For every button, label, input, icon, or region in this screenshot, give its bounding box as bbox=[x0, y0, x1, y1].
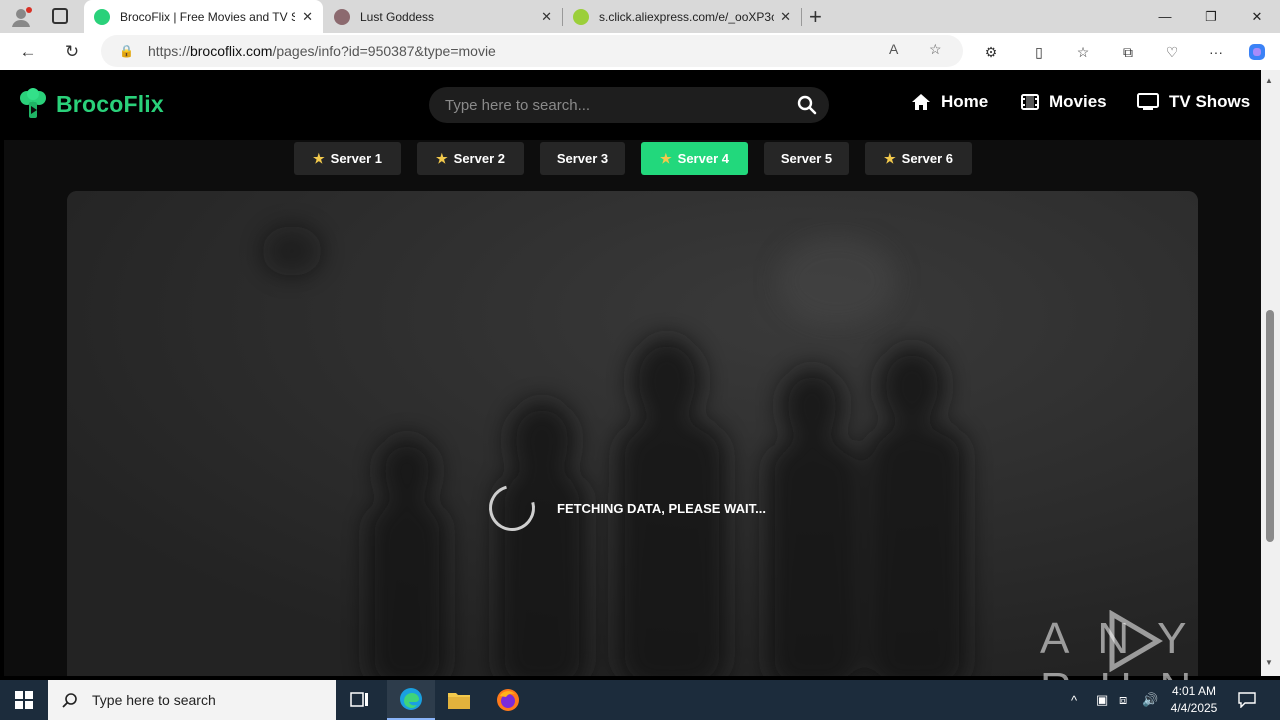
extensions-icon[interactable]: ⚙ bbox=[981, 43, 1001, 61]
nav-home[interactable]: Home bbox=[911, 92, 988, 112]
clock-time: 4:01 AM bbox=[1171, 684, 1217, 698]
brocoflix-favicon bbox=[94, 8, 110, 25]
tab-brocoflix[interactable]: BrocoFlix | Free Movies and TV Sh ✕ bbox=[84, 0, 323, 33]
home-icon bbox=[912, 94, 930, 110]
server-6-button[interactable]: ★ Server 6 bbox=[865, 142, 972, 175]
url-host: brocoflix.com bbox=[189, 43, 273, 59]
star-icon: ★ bbox=[313, 150, 325, 166]
server-label: Server 3 bbox=[556, 151, 609, 166]
tab-lust-goddess[interactable]: Lust Goddess ✕ bbox=[324, 0, 562, 33]
close-tab-icon[interactable]: ✕ bbox=[541, 9, 552, 25]
server-label: Server 6 bbox=[901, 151, 953, 166]
server-2-button[interactable]: ★ Server 2 bbox=[417, 142, 524, 175]
favorites-icon[interactable]: ☆ bbox=[1073, 43, 1093, 61]
url-field[interactable]: 🔒 https://brocoflix.com/pages/info?id=95… bbox=[101, 35, 963, 67]
task-view-icon[interactable] bbox=[336, 680, 384, 720]
close-window-icon[interactable]: ✕ bbox=[1234, 0, 1280, 33]
server-selector: ★ Server 1 ★ Server 2 Server 3 ★ Server 4 S… bbox=[4, 142, 1261, 176]
minimize-icon[interactable]: — bbox=[1142, 0, 1188, 33]
url-prefix: https:// bbox=[147, 43, 190, 59]
nav-tv-shows-label: TV Shows bbox=[1169, 92, 1251, 111]
star-icon: ★ bbox=[436, 150, 448, 166]
server-label: Server 5 bbox=[780, 151, 833, 166]
close-tab-icon[interactable]: ✕ bbox=[780, 9, 791, 25]
firefox-icon[interactable] bbox=[484, 680, 532, 720]
tab-aliexpress[interactable]: s.click.aliexpress.com/e/_ooXP3c ✕ bbox=[563, 0, 801, 33]
browser-essentials-icon[interactable]: ♡ bbox=[1162, 43, 1182, 61]
nav-movies[interactable]: Movies bbox=[1021, 92, 1107, 112]
network-icon[interactable]: ⧈ bbox=[1119, 680, 1127, 720]
server-label: Server 4 bbox=[677, 151, 729, 166]
film-icon bbox=[1021, 94, 1039, 110]
site-search-bar bbox=[429, 87, 829, 123]
page-viewport: BrocoFlix Home Movies TV Shows ★ Server 1… bbox=[4, 70, 1261, 676]
split-screen-icon[interactable]: ▯ bbox=[1029, 43, 1049, 61]
star-icon: ★ bbox=[884, 150, 896, 166]
tab-actions-icon[interactable] bbox=[52, 8, 68, 24]
spinner-icon bbox=[480, 476, 544, 540]
refresh-icon[interactable]: ↻ bbox=[57, 37, 87, 67]
nav-movies-label: Movies bbox=[1049, 92, 1107, 111]
tab-title: BrocoFlix | Free Movies and TV Sh bbox=[120, 9, 295, 24]
site-header: BrocoFlix Home Movies TV Shows bbox=[4, 70, 1261, 140]
page-scrollbar[interactable]: ▲ ▼ bbox=[1261, 70, 1280, 676]
tab-title: Lust Goddess bbox=[360, 9, 435, 24]
logo-text: BrocoFlix bbox=[56, 90, 164, 117]
tab-divider bbox=[801, 8, 802, 26]
windows-taskbar: Type here to search ^ ▣ ⧈ 🔊 4:01 AM 4/4/… bbox=[0, 680, 1280, 720]
tv-icon bbox=[1137, 93, 1159, 110]
star-icon: ★ bbox=[660, 150, 672, 166]
show-hidden-icons[interactable]: ^ bbox=[1071, 680, 1077, 720]
taskbar-search-placeholder: Type here to search bbox=[92, 692, 216, 708]
file-explorer-icon[interactable] bbox=[435, 680, 483, 720]
profile-icon[interactable] bbox=[10, 6, 32, 28]
lock-icon[interactable]: 🔒 bbox=[119, 44, 134, 58]
nav-tv-shows[interactable]: TV Shows bbox=[1137, 92, 1250, 112]
tab-favicon bbox=[334, 8, 350, 25]
anyrun-watermark: ANY RUN bbox=[1040, 610, 1230, 713]
site-logo[interactable]: BrocoFlix bbox=[18, 88, 164, 120]
taskbar-search[interactable]: Type here to search bbox=[48, 680, 336, 720]
scrollbar-thumb[interactable] bbox=[1266, 310, 1274, 542]
server-label: Server 1 bbox=[330, 151, 382, 166]
search-icon bbox=[62, 693, 77, 708]
read-aloud-icon[interactable]: A bbox=[889, 41, 898, 57]
scroll-up-arrow-icon[interactable]: ▲ bbox=[1265, 76, 1273, 85]
volume-icon[interactable]: 🔊 bbox=[1142, 680, 1158, 720]
favorite-star-icon[interactable]: ☆ bbox=[929, 41, 942, 58]
copilot-icon[interactable] bbox=[1247, 43, 1267, 61]
taskbar-clock[interactable]: 4:01 AM 4/4/2025 bbox=[1166, 683, 1222, 717]
url-path: /pages/info?id=950387&type=movie bbox=[272, 43, 496, 59]
notifications-icon[interactable] bbox=[1238, 680, 1256, 720]
device-icon[interactable]: ▣ bbox=[1096, 680, 1108, 720]
settings-more-icon[interactable]: ··· bbox=[1206, 43, 1226, 61]
site-search-input[interactable] bbox=[445, 96, 785, 114]
tab-title: s.click.aliexpress.com/e/_ooXP3c bbox=[599, 9, 774, 24]
clock-date: 4/4/2025 bbox=[1170, 701, 1218, 715]
new-tab-icon[interactable]: + bbox=[809, 4, 822, 30]
restore-icon[interactable]: ❐ bbox=[1188, 0, 1234, 33]
windows-start-icon[interactable] bbox=[0, 680, 48, 720]
address-bar-row: ← ↻ 🔒 https://brocoflix.com/pages/info?i… bbox=[0, 33, 1280, 70]
loading-indicator: FETCHING DATA, PLEASE WAIT... bbox=[480, 476, 766, 540]
back-icon[interactable]: ← bbox=[13, 37, 43, 67]
browser-tab-bar: BrocoFlix | Free Movies and TV Sh ✕ Lust… bbox=[0, 0, 1280, 33]
search-icon[interactable] bbox=[797, 95, 817, 115]
nav-home-label: Home bbox=[941, 92, 989, 111]
server-label: Server 2 bbox=[453, 151, 505, 166]
server-1-button[interactable]: ★ Server 1 bbox=[294, 142, 401, 175]
broccoli-logo-icon bbox=[18, 88, 48, 120]
loading-text: FETCHING DATA, PLEASE WAIT... bbox=[557, 500, 766, 516]
close-tab-icon[interactable]: ✕ bbox=[302, 9, 313, 25]
server-4-button[interactable]: ★ Server 4 bbox=[641, 142, 748, 175]
scroll-down-arrow-icon[interactable]: ▼ bbox=[1265, 658, 1273, 667]
blurred-backdrop-image bbox=[67, 191, 1198, 676]
server-3-button[interactable]: Server 3 bbox=[540, 142, 625, 175]
server-5-button[interactable]: Server 5 bbox=[764, 142, 849, 175]
video-player[interactable]: FETCHING DATA, PLEASE WAIT... bbox=[67, 191, 1198, 676]
leaf-favicon bbox=[573, 8, 589, 25]
collections-icon[interactable]: ⧉ bbox=[1118, 43, 1138, 61]
edge-taskbar-icon[interactable] bbox=[387, 680, 435, 720]
